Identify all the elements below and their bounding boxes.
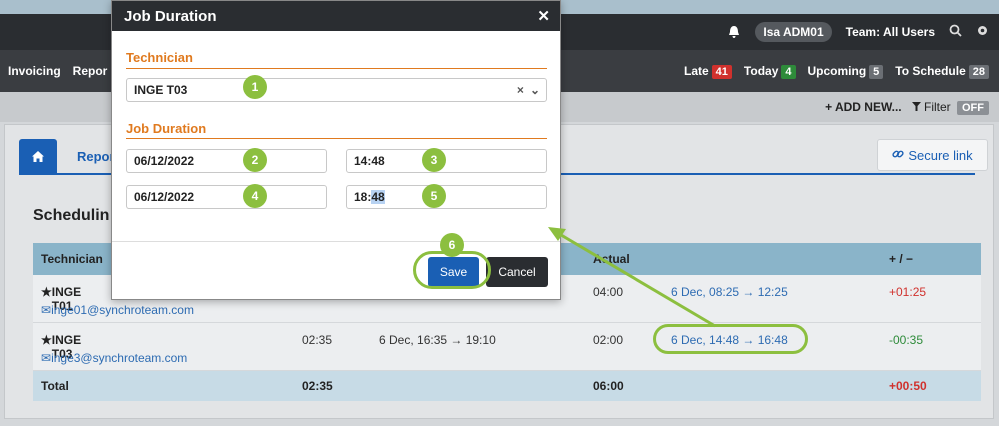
end-time-field[interactable]: 18: 48 xyxy=(346,185,547,209)
col-actual: Actual xyxy=(593,252,630,266)
end-date-field[interactable]: 06/12/2022 xyxy=(126,185,327,209)
dialog-title: Job Duration xyxy=(124,7,217,25)
actual-duration: 04:00 xyxy=(593,285,624,299)
table-row: ★ INGE T03 ✉ inge3@synchroteam.com 02:35… xyxy=(33,323,981,371)
total-actual: 06:00 xyxy=(593,379,624,393)
total-diff: +00:50 xyxy=(889,379,927,393)
callout-2: 2 xyxy=(243,148,267,172)
actual-range-link[interactable]: 6 Dec, 08:25 → 12:25 xyxy=(671,285,788,299)
nav-reports[interactable]: Repor xyxy=(73,64,108,78)
bell-icon[interactable] xyxy=(727,25,741,39)
diff-value: +01:25 xyxy=(889,285,927,299)
add-new-button[interactable]: + ADD NEW... xyxy=(825,100,902,114)
total-label: Total xyxy=(41,379,69,393)
filter-state-badge: OFF xyxy=(957,101,989,115)
callout-1: 1 xyxy=(243,75,267,99)
technician-name: ★ INGE T01 xyxy=(41,285,82,313)
clear-icon[interactable]: × xyxy=(517,83,524,97)
start-time-field[interactable]: 14:48 xyxy=(346,149,547,173)
section-divider xyxy=(126,138,547,139)
technician-email[interactable]: ✉ inge01@synchroteam.com xyxy=(41,303,194,317)
cancel-button[interactable]: Cancel xyxy=(486,257,548,287)
to-schedule-counter[interactable]: To Schedule 28 xyxy=(895,64,989,79)
tab-reports[interactable]: Repor xyxy=(77,149,115,164)
late-counter[interactable]: Late 41 xyxy=(684,64,732,79)
home-tab[interactable] xyxy=(19,139,57,173)
search-icon[interactable] xyxy=(949,24,962,40)
upcoming-counter[interactable]: Upcoming 5 xyxy=(808,64,884,79)
home-icon xyxy=(32,150,44,162)
col-technician: Technician xyxy=(41,252,103,266)
save-highlight xyxy=(413,251,491,289)
technician-select[interactable]: INGE T03 × ⌄ xyxy=(126,78,547,102)
late-badge: 41 xyxy=(711,64,732,79)
secure-link-button[interactable]: Secure link xyxy=(877,139,988,171)
diff-value: -00:35 xyxy=(889,333,924,347)
filter-button[interactable]: Filter OFF xyxy=(911,100,989,115)
user-menu[interactable]: Isa ADM01 xyxy=(755,22,832,42)
col-diff: + / − xyxy=(889,252,914,266)
callout-3: 3 xyxy=(422,148,446,172)
technician-email[interactable]: ✉ inge3@synchroteam.com xyxy=(41,351,187,365)
link-icon xyxy=(892,148,904,163)
chevron-down-icon[interactable]: ⌄ xyxy=(530,83,540,97)
today-counter[interactable]: Today 4 xyxy=(744,64,796,79)
dialog-header: Job Duration ✕ xyxy=(112,1,560,31)
table-total-row: Total 02:35 06:00 +00:50 xyxy=(33,371,981,401)
technician-name: ★ INGE T03 xyxy=(41,333,82,361)
actual-duration: 02:00 xyxy=(593,333,624,347)
planned-duration: 02:35 xyxy=(302,333,333,347)
gear-icon[interactable] xyxy=(976,24,989,40)
start-date-field[interactable]: 06/12/2022 xyxy=(126,149,327,173)
nav-invoicing[interactable]: Invoicing xyxy=(8,64,61,78)
technician-section-label: Technician xyxy=(126,50,193,65)
callout-5: 5 xyxy=(422,184,446,208)
team-selector[interactable]: Team: All Users xyxy=(846,25,935,39)
upcoming-badge: 5 xyxy=(869,64,884,79)
section-title: Schedulin xyxy=(33,207,110,224)
duration-section-label: Job Duration xyxy=(126,121,207,136)
section-divider xyxy=(126,68,547,69)
callout-4: 4 xyxy=(243,184,267,208)
selected-text: 48 xyxy=(371,190,385,204)
job-duration-dialog: Job Duration ✕ Technician INGE T03 × ⌄ J… xyxy=(111,0,561,300)
range-link-highlight xyxy=(653,324,808,354)
filter-icon xyxy=(911,100,924,114)
dialog-footer-divider xyxy=(112,241,560,242)
to-schedule-badge: 28 xyxy=(968,64,989,79)
total-planned: 02:35 xyxy=(302,379,333,393)
today-badge: 4 xyxy=(781,64,796,79)
planned-range: 6 Dec, 16:35 → 19:10 xyxy=(379,333,496,347)
close-icon[interactable]: ✕ xyxy=(537,7,550,25)
